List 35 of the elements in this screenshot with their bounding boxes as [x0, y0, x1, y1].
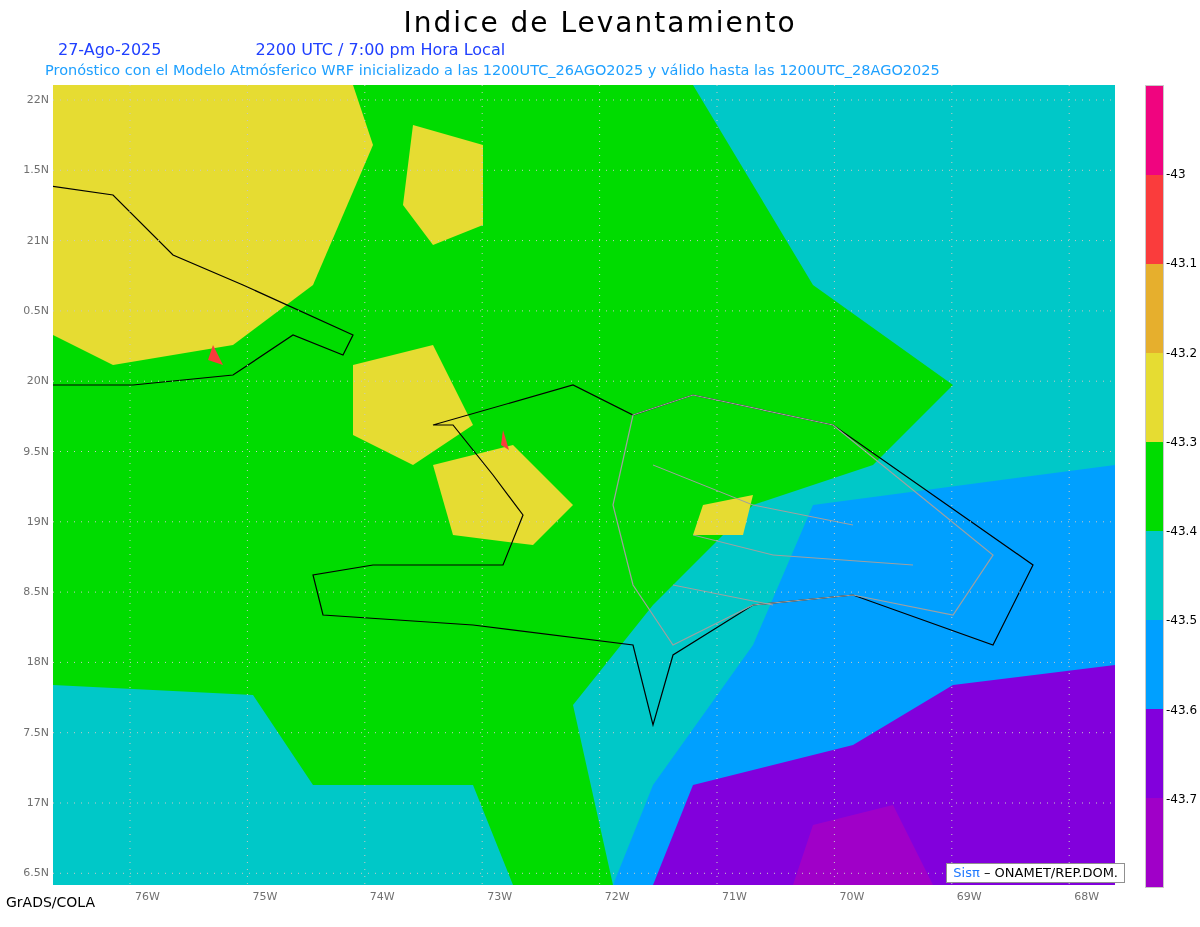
colorbar-label: -43 — [1166, 167, 1186, 182]
colorbar-label: -43.7 — [1166, 791, 1198, 806]
credit-label: Sisπ – ONAMET/REP.DOM. — [946, 863, 1125, 883]
longitude-label: 73W — [487, 891, 513, 903]
map-title: Indice de Levantamiento — [403, 6, 797, 40]
colorbar-label: -43.4 — [1166, 524, 1198, 539]
latitude-label: 21N — [26, 234, 49, 247]
latitude-label: 17N — [26, 797, 49, 809]
colorbar-label: -43.5 — [1166, 613, 1198, 628]
colorbar-label: -43.1 — [1166, 256, 1198, 271]
latitude-label: 22N — [26, 94, 49, 106]
longitude-label: 75W — [252, 891, 278, 903]
longitude-label: 69W — [956, 891, 982, 903]
latitude-label: 9.5N — [23, 445, 49, 458]
longitude-label: 74W — [369, 891, 395, 903]
latitude-label: 19N — [26, 515, 49, 528]
longitude-label: 72W — [604, 891, 630, 903]
colorbar-label: -43.3 — [1166, 434, 1198, 449]
latitude-label: 7.5N — [23, 726, 49, 739]
longitude-label: 71W — [722, 891, 747, 903]
longitude-label: 70W — [839, 891, 865, 903]
forecast-time: 2200 UTC / 7:00 pm Hora Local — [255, 40, 506, 60]
latitude-label: 6.5N — [23, 867, 49, 880]
latitude-label: 18N — [26, 656, 49, 669]
longitude-label: 68W — [1074, 891, 1100, 903]
forecast-subtitle: Pronóstico con el Modelo Atmósferico WRF inicializado a las 1200UTC_26AGO2025 y válido hasta las 1200UTC_28AGO2025 — [45, 62, 940, 78]
forecast-date: 27-Ago-2025 — [58, 40, 162, 60]
colorbar-label: -43.2 — [1166, 345, 1198, 360]
longitude-label: 76W — [135, 891, 160, 903]
latitude-label: 8.5N — [23, 586, 49, 599]
grads-footer: GrADS/COLA — [0, 893, 96, 911]
latitude-label: 0.5N — [23, 304, 49, 317]
colorbar-label: -43.6 — [1166, 702, 1198, 717]
latitude-label: 20N — [26, 375, 49, 388]
latitude-label: 1.5N — [23, 164, 49, 177]
